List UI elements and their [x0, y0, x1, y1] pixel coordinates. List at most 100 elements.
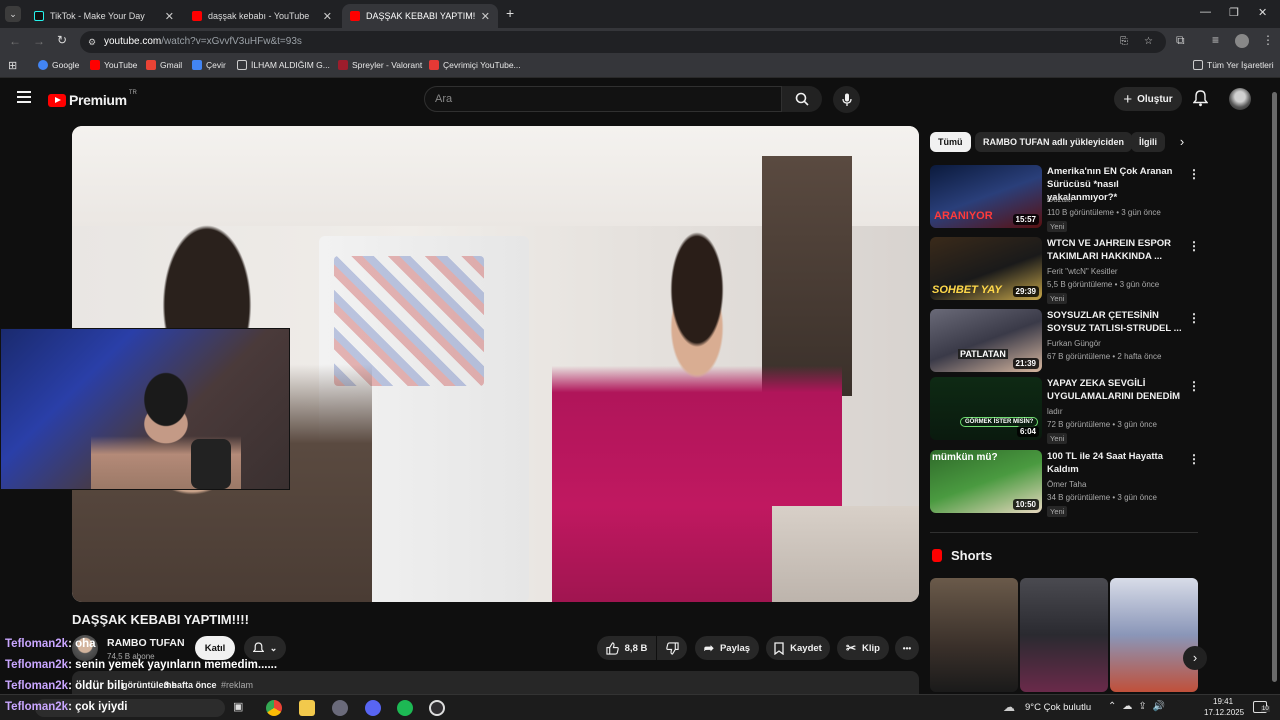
weather-text[interactable]: 9°C Çok bulutlu: [1025, 702, 1091, 713]
recommendation-channel[interactable]: ladır: [1047, 407, 1063, 416]
bookmark-valorant[interactable]: Spreyler - Valorant: [338, 60, 422, 70]
scrollbar-thumb[interactable]: [1272, 92, 1277, 682]
browser-tab-tiktok[interactable]: TikTok - Make Your Day ✕: [26, 4, 182, 28]
voice-search-button[interactable]: [833, 86, 860, 113]
more-actions-button[interactable]: •••: [895, 636, 919, 660]
close-tab-icon[interactable]: ✕: [481, 10, 490, 23]
bookmark-google[interactable]: Google: [38, 60, 79, 70]
profile-avatar[interactable]: [1235, 34, 1249, 48]
recommendation-item[interactable]: mümkün mü? 10:50 100 TL ile 24 Saat Haya…: [930, 450, 1200, 517]
page-scrollbar[interactable]: [1270, 82, 1278, 690]
all-bookmarks[interactable]: Tüm Yer İşaretleri: [1193, 60, 1274, 70]
chip-from-uploader[interactable]: RAMBO TUFAN adlı yükleyiciden: [975, 132, 1133, 152]
channel-name[interactable]: RAMBO TUFAN: [107, 637, 185, 649]
more-options-icon[interactable]: ⋮: [1188, 379, 1200, 393]
video-thumbnail[interactable]: mümkün mü? 10:50: [930, 450, 1042, 513]
chip-related[interactable]: İlgili: [1131, 132, 1165, 152]
new-tab-button[interactable]: +: [506, 5, 514, 21]
recommendation-title[interactable]: SOYSUZLAR ÇETESİNİN SOYSUZ TATLISI-STRUD…: [1047, 309, 1187, 335]
site-info-icon[interactable]: ⚙: [88, 31, 96, 53]
recommendation-channel[interactable]: Ferit "wtcN" Kesitler: [1047, 267, 1118, 276]
forward-icon[interactable]: →: [33, 34, 45, 48]
clock-date[interactable]: 17.12.2025: [1204, 708, 1244, 717]
hamburger-menu-icon[interactable]: [17, 91, 31, 103]
back-icon[interactable]: ←: [9, 34, 21, 48]
window-close-button[interactable]: ✕: [1258, 6, 1267, 19]
subscribed-bell-button[interactable]: ⌄: [244, 636, 286, 660]
description-box[interactable]: görüntüleme 3 hafta önce #reklam: [72, 671, 919, 695]
recommendation-item[interactable]: PATLATAN 21:39 SOYSUZLAR ÇETESİNİN SOYSU…: [930, 309, 1200, 375]
file-explorer-icon[interactable]: [299, 700, 315, 716]
recommendation-item[interactable]: SOHBET YAY 29:39 WTCN VE JAHREIN ESPOR T…: [930, 237, 1200, 304]
more-options-icon[interactable]: ⋮: [1188, 452, 1200, 466]
description-hashtag[interactable]: #reklam: [221, 680, 253, 690]
reload-icon[interactable]: ↻: [57, 33, 67, 47]
chips-next-chevron-icon[interactable]: ›: [1170, 130, 1194, 154]
more-options-icon[interactable]: ⋮: [1188, 311, 1200, 325]
shorts-next-chevron-icon[interactable]: ›: [1183, 646, 1207, 670]
chip-all[interactable]: Tümü: [930, 132, 971, 152]
more-options-icon[interactable]: ⋮: [1188, 167, 1200, 181]
notification-count: 10: [1261, 706, 1270, 712]
bookmark-folder[interactable]: İLHAM ALDIĞIM G...: [237, 60, 330, 70]
youtube-logo[interactable]: Premium TR: [48, 90, 137, 108]
create-button[interactable]: + Oluştur: [1114, 87, 1182, 111]
search-button[interactable]: [782, 86, 822, 112]
chrome-taskbar-icon[interactable]: [266, 700, 282, 716]
discord-icon[interactable]: [365, 700, 381, 716]
chat-text: : senin yemek yayınların memedim......: [68, 659, 278, 671]
browser-tab-video[interactable]: DAŞŞAK KEBABI YAPTIM!!!! - Yo ✕: [342, 4, 498, 28]
bookmark-youtube[interactable]: YouTube: [90, 60, 137, 70]
app-taskbar-icon[interactable]: [332, 700, 348, 716]
recommendation-title[interactable]: YAPAY ZEKA SEVGİLİ UYGULAMALARINI DENEDİ…: [1047, 377, 1187, 403]
short-thumbnail[interactable]: [930, 578, 1018, 692]
minimize-button[interactable]: —: [1200, 6, 1211, 18]
recommendation-channel[interactable]: Gözaltı: [1047, 195, 1072, 204]
bookmark-online-youtube[interactable]: Çevrimiçi YouTube...: [429, 60, 521, 70]
folder-icon: [237, 60, 247, 70]
search-input[interactable]: Ara: [424, 86, 782, 112]
bookmark-star-icon[interactable]: ☆: [1144, 31, 1153, 53]
extensions-icon[interactable]: ⧉: [1176, 33, 1185, 48]
obs-icon[interactable]: [429, 700, 445, 716]
clip-button[interactable]: ✂ Klip: [837, 636, 889, 660]
install-app-icon[interactable]: ⎘: [1120, 31, 1128, 53]
browser-tab-youtube-search[interactable]: daşşak kebabı - YouTube ✕: [184, 4, 340, 28]
recommendation-title[interactable]: WTCN VE JAHREIN ESPOR TAKIMLARI HAKKINDA…: [1047, 237, 1187, 263]
like-button[interactable]: 8,8 B: [597, 636, 656, 660]
recommendation-item[interactable]: ARANIYOR 15:57 Amerika'nın EN Çok Aranan…: [930, 165, 1200, 232]
video-thumbnail[interactable]: PATLATAN 21:39: [930, 309, 1042, 372]
bookmark-translate[interactable]: Çevir: [192, 60, 226, 70]
media-control-icon[interactable]: ≡: [1212, 33, 1219, 47]
close-tab-icon[interactable]: ✕: [165, 10, 174, 23]
more-options-icon[interactable]: ⋮: [1188, 239, 1200, 253]
recommendation-channel[interactable]: Ömer Taha: [1047, 480, 1086, 489]
close-tab-icon[interactable]: ✕: [323, 10, 332, 23]
join-button[interactable]: Katıl: [195, 636, 235, 660]
short-thumbnail[interactable]: [1110, 578, 1198, 692]
description-date: 3 hafta önce: [164, 680, 217, 690]
duration-badge: 6:04: [1016, 426, 1039, 437]
share-button[interactable]: ➦ Paylaş: [695, 636, 759, 660]
video-thumbnail[interactable]: GÖRMEK İSTER MİSİN? 6:04: [930, 377, 1042, 440]
short-thumbnail[interactable]: [1020, 578, 1108, 692]
restore-button[interactable]: ❐: [1229, 6, 1239, 19]
apps-grid-icon[interactable]: ⊞: [8, 59, 17, 72]
spotify-icon[interactable]: [397, 700, 413, 716]
tab-search-button[interactable]: ⌄: [5, 6, 21, 22]
address-bar[interactable]: ⚙ youtube.com/watch?v=xGvvfV3uHFw&t=93s …: [80, 31, 1166, 53]
video-thumbnail[interactable]: SOHBET YAY 29:39: [930, 237, 1042, 300]
notifications-bell-icon[interactable]: [1192, 90, 1209, 112]
account-avatar[interactable]: [1229, 88, 1251, 110]
recommendation-title[interactable]: 100 TL ile 24 Saat Hayatta Kaldım: [1047, 450, 1187, 476]
bookmark-gmail[interactable]: Gmail: [146, 60, 182, 70]
recommendation-item[interactable]: GÖRMEK İSTER MİSİN? 6:04 YAPAY ZEKA SEVG…: [930, 377, 1200, 444]
chrome-menu-icon[interactable]: ⋮: [1262, 33, 1274, 47]
recommendation-channel[interactable]: Furkan Güngör: [1047, 339, 1101, 348]
dislike-button[interactable]: [657, 636, 687, 660]
save-button[interactable]: Kaydet: [766, 636, 830, 660]
clock-time[interactable]: 19:41: [1213, 697, 1233, 706]
tray-icons[interactable]: ⌃☁⇪🔊: [1108, 701, 1171, 712]
video-thumbnail[interactable]: ARANIYOR 15:57: [930, 165, 1042, 228]
task-view-icon[interactable]: ▣: [233, 700, 243, 713]
